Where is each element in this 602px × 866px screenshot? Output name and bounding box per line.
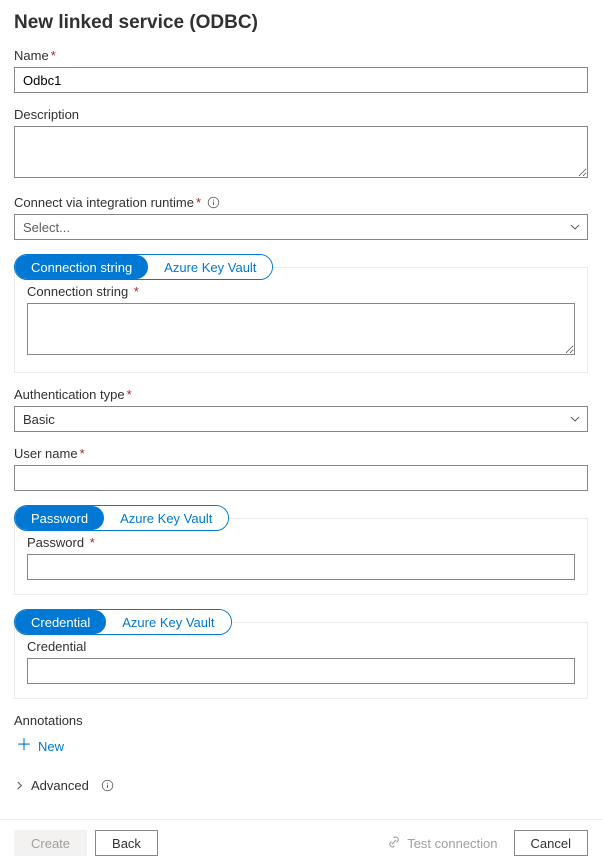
connection-string-tabs: Connection string Azure Key Vault xyxy=(14,254,273,280)
auth-type-label: Authentication type xyxy=(14,387,125,402)
credential-tabs: Credential Azure Key Vault xyxy=(14,609,232,635)
test-connection-label: Test connection xyxy=(407,836,497,851)
advanced-label: Advanced xyxy=(31,778,89,793)
tab-credential[interactable]: Credential xyxy=(15,610,106,634)
chevron-down-icon xyxy=(569,413,581,425)
back-button[interactable]: Back xyxy=(95,830,158,856)
cancel-button[interactable]: Cancel xyxy=(514,830,588,856)
required-asterisk: * xyxy=(80,446,85,461)
required-asterisk: * xyxy=(134,284,139,299)
chevron-right-icon xyxy=(14,780,25,791)
password-label: Password xyxy=(27,535,84,550)
tab-password[interactable]: Password xyxy=(15,506,104,530)
required-asterisk: * xyxy=(90,535,95,550)
tab-azure-key-vault[interactable]: Azure Key Vault xyxy=(148,255,272,279)
info-icon[interactable] xyxy=(101,779,114,792)
advanced-toggle[interactable]: Advanced xyxy=(14,774,114,797)
runtime-select[interactable]: Select... xyxy=(14,214,588,240)
tab-azure-key-vault[interactable]: Azure Key Vault xyxy=(106,610,230,634)
password-input[interactable] xyxy=(27,554,575,580)
connection-string-group: Connection string * xyxy=(14,267,588,373)
add-annotation-button[interactable]: ＋ New xyxy=(14,732,66,760)
required-asterisk: * xyxy=(51,48,56,63)
runtime-label: Connect via integration runtime xyxy=(14,195,194,210)
username-label: User name xyxy=(14,446,78,461)
chevron-down-icon xyxy=(569,221,581,233)
connection-string-label: Connection string xyxy=(27,284,128,299)
description-textarea[interactable] xyxy=(14,126,588,178)
runtime-select-value: Select... xyxy=(23,220,70,235)
page-title: New linked service (ODBC) xyxy=(14,12,588,34)
info-icon[interactable] xyxy=(207,196,220,209)
required-asterisk: * xyxy=(196,195,201,210)
tab-connection-string[interactable]: Connection string xyxy=(15,255,148,279)
name-label: Name xyxy=(14,48,49,63)
annotations-label: Annotations xyxy=(14,713,83,728)
test-connection-button[interactable]: Test connection xyxy=(379,835,505,852)
create-button[interactable]: Create xyxy=(14,830,87,856)
credential-label: Credential xyxy=(27,639,86,654)
username-input[interactable] xyxy=(14,465,588,491)
connection-string-textarea[interactable] xyxy=(27,303,575,355)
footer: Create Back Test connection Cancel xyxy=(0,819,602,866)
auth-type-select[interactable]: Basic xyxy=(14,406,588,432)
link-icon xyxy=(387,835,401,852)
name-input[interactable] xyxy=(14,67,588,93)
add-annotation-label: New xyxy=(38,739,64,754)
plus-icon: ＋ xyxy=(16,738,32,754)
password-tabs: Password Azure Key Vault xyxy=(14,505,229,531)
tab-azure-key-vault[interactable]: Azure Key Vault xyxy=(104,506,228,530)
description-label: Description xyxy=(14,107,79,122)
auth-type-value: Basic xyxy=(23,412,55,427)
credential-input[interactable] xyxy=(27,658,575,684)
required-asterisk: * xyxy=(127,387,132,402)
